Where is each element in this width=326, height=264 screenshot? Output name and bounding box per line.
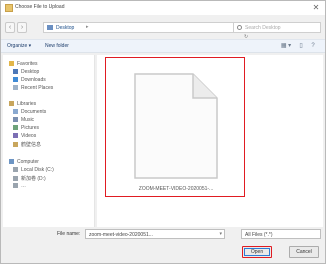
forward-button[interactable]: › <box>17 22 27 33</box>
preview-pane-icon[interactable]: ▯ <box>297 43 305 50</box>
nav-item-music[interactable]: Music <box>13 117 34 125</box>
search-icon <box>237 25 242 30</box>
file-name-field[interactable]: zoom-meet-video-2020051... ▾ <box>85 229 225 239</box>
nav-item-local-disk[interactable]: Local Disk (C:) <box>13 167 54 175</box>
cancel-button[interactable]: Cancel <box>289 246 319 258</box>
drive-icon <box>13 183 18 188</box>
videos-icon <box>13 133 18 138</box>
back-button[interactable]: ‹ <box>5 22 15 33</box>
navigation-pane: Favorites Desktop Downloads Recent Place… <box>3 55 95 227</box>
address-path: Desktop <box>56 25 75 31</box>
nav-item-recent[interactable]: Recent Places <box>13 85 53 93</box>
download-icon <box>13 77 18 82</box>
documents-icon <box>13 109 18 114</box>
file-type-value: All Files (*.*) <box>245 232 273 238</box>
library-icon <box>9 101 14 106</box>
nav-item-favorites[interactable]: Favorites <box>9 61 38 69</box>
file-list: ZOOM-MEET-VIDEO-2020051-... <box>97 55 323 227</box>
star-icon <box>9 61 14 66</box>
nav-item-more[interactable]: … <box>13 183 26 191</box>
folder-icon <box>13 142 18 147</box>
file-name-value: zoom-meet-video-2020051... <box>89 232 153 238</box>
file-name-field-label: File name: <box>57 231 81 237</box>
search-placeholder: Search Desktop <box>245 25 281 31</box>
open-button[interactable]: Open <box>242 246 272 258</box>
file-dialog: Choose File to Upload ✕ ‹ › Desktop ▸ ▾ … <box>0 0 326 264</box>
nav-item-computer[interactable]: Computer <box>9 159 39 167</box>
dialog-title: Choose File to Upload <box>15 4 65 10</box>
title-bar: Choose File to Upload ✕ <box>1 1 325 15</box>
nav-item-cjk-folder[interactable]: 鹤壁信息 <box>13 141 41 149</box>
file-type-select[interactable]: All Files (*.*) <box>241 229 321 239</box>
view-options-icon[interactable]: ▦ ▾ <box>279 43 293 50</box>
chevron-down-icon[interactable]: ▾ <box>219 231 222 237</box>
drive-icon <box>13 167 18 172</box>
music-icon <box>13 117 18 122</box>
help-icon[interactable]: ? <box>309 43 317 50</box>
dialog-footer: File name: zoom-meet-video-2020051... ▾ … <box>1 229 325 263</box>
desktop-icon <box>13 69 18 74</box>
nav-item-videos[interactable]: Videos <box>13 133 36 141</box>
chevron-right-icon[interactable]: ▸ <box>86 24 89 30</box>
nav-item-libraries[interactable]: Libraries <box>9 101 36 109</box>
document-icon <box>134 73 218 179</box>
recent-places-icon <box>13 85 18 90</box>
drive-icon <box>13 176 18 181</box>
new-folder-button[interactable]: New folder <box>45 43 69 49</box>
address-bar: ‹ › Desktop ▸ ▾ ↻ Search Desktop <box>1 19 325 40</box>
search-input[interactable]: Search Desktop <box>233 22 321 33</box>
nav-item-pictures[interactable]: Pictures <box>13 125 39 133</box>
file-name-label: ZOOM-MEET-VIDEO-2020051-... <box>138 186 214 192</box>
pictures-icon <box>13 125 18 130</box>
computer-icon <box>9 159 14 164</box>
organize-button[interactable]: Organize ▾ <box>7 43 31 49</box>
address-field[interactable]: Desktop ▸ ▾ ↻ <box>43 22 248 40</box>
command-bar: Organize ▾ New folder ▦ ▾ ▯ ? <box>1 39 325 53</box>
close-icon[interactable]: ✕ <box>310 2 322 13</box>
folder-icon <box>47 25 53 30</box>
nav-item-drive-d[interactable]: 新加卷 (D:) <box>13 175 46 183</box>
folder-icon <box>5 4 13 12</box>
nav-item-downloads[interactable]: Downloads <box>13 77 46 85</box>
nav-item-desktop[interactable]: Desktop <box>13 69 39 77</box>
file-item[interactable]: ZOOM-MEET-VIDEO-2020051-... <box>105 57 245 197</box>
nav-item-documents[interactable]: Documents <box>13 109 46 117</box>
